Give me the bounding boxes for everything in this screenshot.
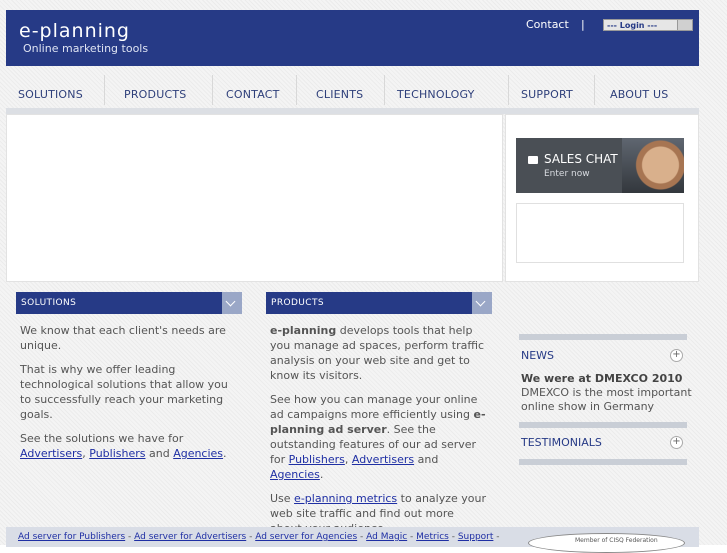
dash: - [246, 532, 256, 542]
chevron-down-icon [677, 20, 692, 30]
dash: - [493, 532, 500, 542]
news-label[interactable]: NEWS [521, 349, 554, 362]
login-select-value: --- Login --- [607, 21, 658, 30]
dash: - [448, 532, 458, 542]
and-text: and [145, 447, 174, 460]
brand-bold: e-planning [270, 324, 337, 337]
header-bar: e-planning Online marketing tools Contac… [6, 10, 699, 66]
solutions-header: SOLUTIONS [16, 292, 242, 314]
footer-link-advertisers[interactable]: Ad server for Advertisers [134, 532, 246, 542]
contact-link[interactable]: Contact [526, 18, 569, 31]
dash: - [407, 532, 417, 542]
nav-divider [296, 75, 297, 105]
footer-link-agencies[interactable]: Ad server for Agencies [255, 532, 357, 542]
expand-testimonials-icon[interactable]: + [670, 436, 683, 449]
banner-area [6, 114, 503, 282]
nav-item-solutions[interactable]: SOLUTIONS [18, 88, 83, 101]
divider-bar [519, 422, 687, 428]
products-p2: See how you can manage your online ad ca… [270, 392, 488, 482]
nav-item-about-us[interactable]: ABOUT US [610, 88, 668, 101]
expand-news-icon[interactable]: + [670, 349, 683, 362]
nav-item-clients[interactable]: CLIENTS [316, 88, 363, 101]
punct: . [223, 447, 227, 460]
solutions-p3-text: See the solutions we have for [20, 432, 184, 445]
page: e-planning Online marketing tools Contac… [0, 0, 727, 553]
link-metrics[interactable]: e-planning metrics [294, 492, 397, 505]
solutions-p2: That is why we offer leading technologic… [20, 363, 228, 421]
punct: , [344, 453, 352, 466]
chat-icon [528, 156, 538, 164]
and-text: and [414, 453, 439, 466]
nav-item-support[interactable]: SUPPORT [521, 88, 573, 101]
footer-links: Ad server for Publishers - Ad server for… [18, 532, 500, 542]
sales-chat-banner[interactable]: SALES CHAT Enter now [516, 138, 684, 193]
news-title[interactable]: We were at DMEXCO 2010 [521, 372, 682, 385]
products-p1: e-planning develops tools that help you … [270, 323, 488, 383]
products-heading: PRODUCTS [271, 298, 324, 308]
footer-link-publishers[interactable]: Ad server for Publishers [18, 532, 125, 542]
products-p3-text: Use [270, 492, 295, 505]
footer-link-support[interactable]: Support [458, 532, 494, 542]
divider-bar [519, 459, 687, 465]
ad-placeholder [516, 203, 684, 263]
testimonials-label[interactable]: TESTIMONIALS [521, 436, 602, 449]
products-header: PRODUCTS [266, 292, 492, 314]
nav-item-technology[interactable]: TECHNOLOGY [397, 88, 475, 101]
dash: - [125, 532, 135, 542]
cisq-logo: Member of CISQ Federation [528, 533, 685, 553]
link-publishers[interactable]: Publishers [89, 447, 145, 460]
logo[interactable]: e-planning [19, 20, 130, 42]
nav-divider [104, 75, 105, 105]
link-advertisers[interactable]: Advertisers [352, 453, 414, 466]
tagline: Online marketing tools [23, 42, 149, 55]
news-text: DMEXCO is the most important online show… [521, 386, 692, 413]
nav-divider [594, 75, 595, 105]
nav-divider [508, 75, 509, 105]
chevron-down-icon[interactable] [222, 292, 242, 314]
dash: - [357, 532, 367, 542]
divider-bar [519, 334, 687, 340]
nav-item-products[interactable]: PRODUCTS [124, 88, 186, 101]
punct: . [319, 468, 324, 481]
solutions-p1: We know that each client's needs are uni… [20, 324, 226, 352]
link-agencies[interactable]: Agencies [173, 447, 223, 460]
nav-divider [212, 75, 213, 105]
footer-link-ad-magic[interactable]: Ad Magic [366, 532, 407, 542]
sales-chat-subtitle: Enter now [544, 169, 590, 179]
nav-divider [384, 75, 385, 105]
footer: Ad server for Publishers - Ad server for… [6, 527, 699, 553]
cisq-text: Member of CISQ Federation [575, 537, 658, 544]
footer-link-metrics[interactable]: Metrics [416, 532, 449, 542]
separator: | [581, 18, 585, 31]
nav-item-contact[interactable]: CONTACT [226, 88, 280, 101]
main-nav: SOLUTIONS PRODUCTS CONTACT CLIENTS TECHN… [6, 70, 699, 110]
solutions-column: SOLUTIONS We know that each client's nee… [16, 292, 242, 461]
agent-photo [622, 138, 684, 193]
sales-chat-title: SALES CHAT [544, 152, 618, 166]
chevron-down-icon[interactable] [472, 292, 492, 314]
products-column: PRODUCTS e-planning develops tools that … [266, 292, 492, 536]
products-p2-text: See how you can manage your online ad ca… [270, 393, 478, 421]
link-advertisers[interactable]: Advertisers [20, 447, 82, 460]
solutions-heading: SOLUTIONS [21, 298, 77, 308]
sidebar: NEWS + We were at DMEXCO 2010 DMEXCO is … [505, 284, 699, 518]
link-agencies[interactable]: Agencies [270, 468, 320, 481]
login-select[interactable]: --- Login --- [603, 19, 693, 31]
solutions-p3: See the solutions we have for Advertiser… [20, 431, 238, 461]
link-publishers[interactable]: Publishers [289, 453, 345, 466]
